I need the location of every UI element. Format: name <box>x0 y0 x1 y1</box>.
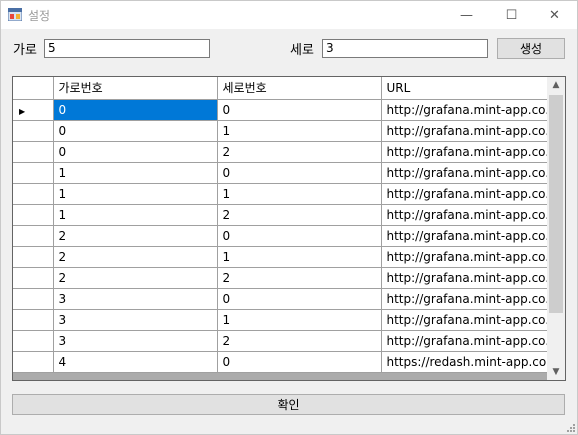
cell-x-index[interactable]: 2 <box>53 246 218 268</box>
table-row[interactable]: 2 0 http://grafana.mint-app.co.... <box>13 225 563 247</box>
table-row[interactable]: 3 1 http://grafana.mint-app.co.... <box>13 309 563 331</box>
cell-url[interactable]: http://grafana.mint-app.co.... <box>381 162 563 184</box>
row-header[interactable] <box>13 246 54 268</box>
table-row[interactable]: 2 1 http://grafana.mint-app.co.... <box>13 246 563 268</box>
cell-y-index[interactable]: 0 <box>217 162 382 184</box>
app-icon <box>8 8 22 21</box>
cell-url[interactable]: http://grafana.mint-app.co.... <box>381 309 563 331</box>
cell-url[interactable]: http://grafana.mint-app.co.... <box>381 183 563 205</box>
minimize-button[interactable]: — <box>444 1 489 29</box>
maximize-button[interactable]: ☐ <box>489 1 534 29</box>
data-grid: 가로번호 세로번호 URL ▶ 0 0 http://grafana.mint-app… <box>12 76 566 381</box>
table-row[interactable]: 3 2 http://grafana.mint-app.co.... <box>13 330 563 352</box>
cell-x-index[interactable]: 0 <box>53 141 218 163</box>
cell-y-index[interactable]: 0 <box>217 288 382 310</box>
table-row[interactable]: 1 2 http://grafana.mint-app.co.... <box>13 204 563 226</box>
table-row[interactable]: 1 0 http://grafana.mint-app.co.... <box>13 162 563 184</box>
row-header[interactable] <box>13 162 54 184</box>
cell-y-index[interactable]: 0 <box>217 351 382 373</box>
cell-y-index[interactable]: 1 <box>217 120 382 142</box>
scrollbar-thumb[interactable] <box>549 95 563 313</box>
current-row-indicator-icon: ▶ <box>19 106 26 116</box>
cell-url[interactable]: http://grafana.mint-app.co.... <box>381 288 563 310</box>
settings-window: 설정 — ☐ ✕ 가로 5 세로 3 생성 가로번호 세로번호 URL ▶ 0 0 h… <box>0 0 578 435</box>
cell-url[interactable]: http://grafana.mint-app.co.... <box>381 141 563 163</box>
confirm-button[interactable]: 확인 <box>12 394 565 415</box>
corner-header <box>13 77 54 100</box>
cell-x-index[interactable]: 3 <box>53 330 218 352</box>
cell-x-index[interactable]: 2 <box>53 225 218 247</box>
cell-url[interactable]: http://grafana.mint-app.co.... <box>381 267 563 289</box>
row-header[interactable] <box>13 309 54 331</box>
resize-grip-icon[interactable] <box>565 422 575 432</box>
cell-y-index[interactable]: 2 <box>217 330 382 352</box>
cell-y-index[interactable]: 1 <box>217 309 382 331</box>
grid-header-row: 가로번호 세로번호 URL <box>13 77 563 100</box>
generate-button[interactable]: 생성 <box>497 38 565 59</box>
cell-x-index[interactable]: 0 <box>53 99 218 121</box>
cell-x-index[interactable]: 3 <box>53 288 218 310</box>
cell-x-index[interactable]: 1 <box>53 162 218 184</box>
cell-y-index[interactable]: 1 <box>217 183 382 205</box>
width-input[interactable]: 5 <box>44 39 210 58</box>
table-row[interactable]: 1 1 http://grafana.mint-app.co.... <box>13 183 563 205</box>
table-row[interactable]: 2 2 http://grafana.mint-app.co.... <box>13 267 563 289</box>
row-header[interactable] <box>13 351 54 373</box>
column-header-y[interactable]: 세로번호 <box>217 77 382 100</box>
table-row[interactable]: 0 2 http://grafana.mint-app.co.... <box>13 141 563 163</box>
cell-x-index[interactable]: 1 <box>53 183 218 205</box>
table-row[interactable]: 3 0 http://grafana.mint-app.co.... <box>13 288 563 310</box>
table-row[interactable]: 0 1 http://grafana.mint-app.co.... <box>13 120 563 142</box>
cell-url[interactable]: http://grafana.mint-app.co.... <box>381 99 563 121</box>
row-header[interactable] <box>13 330 54 352</box>
row-header[interactable] <box>13 120 54 142</box>
vertical-scrollbar[interactable]: ▲ ▼ <box>547 77 565 380</box>
width-label: 가로 <box>13 43 37 58</box>
column-header-url[interactable]: URL <box>381 77 563 100</box>
row-header[interactable] <box>13 267 54 289</box>
cell-y-index[interactable]: 2 <box>217 267 382 289</box>
cell-y-index[interactable]: 0 <box>217 99 382 121</box>
table-row[interactable]: 4 0 https://redash.mint-app.co.... <box>13 351 563 373</box>
cell-url[interactable]: http://grafana.mint-app.co.... <box>381 204 563 226</box>
row-header[interactable] <box>13 288 54 310</box>
column-header-x[interactable]: 가로번호 <box>53 77 218 100</box>
height-label: 세로 <box>290 43 314 58</box>
table-row[interactable]: ▶ 0 0 http://grafana.mint-app.co.... <box>13 99 563 121</box>
height-input[interactable]: 3 <box>322 39 488 58</box>
scroll-down-arrow-icon[interactable]: ▼ <box>547 364 565 380</box>
cell-url[interactable]: http://grafana.mint-app.co.... <box>381 120 563 142</box>
cell-url[interactable]: https://redash.mint-app.co.... <box>381 351 563 373</box>
cell-y-index[interactable]: 2 <box>217 204 382 226</box>
close-button[interactable]: ✕ <box>532 1 577 29</box>
grid-table: 가로번호 세로번호 URL ▶ 0 0 http://grafana.mint-app… <box>13 77 563 373</box>
cell-x-index[interactable]: 1 <box>53 204 218 226</box>
row-header[interactable] <box>13 225 54 247</box>
cell-y-index[interactable]: 2 <box>217 141 382 163</box>
cell-x-index[interactable]: 4 <box>53 351 218 373</box>
cell-x-index[interactable]: 0 <box>53 120 218 142</box>
row-header[interactable]: ▶ <box>13 99 54 121</box>
title-bar: 설정 — ☐ ✕ <box>1 1 577 29</box>
cell-url[interactable]: http://grafana.mint-app.co.... <box>381 225 563 247</box>
cell-url[interactable]: http://grafana.mint-app.co.... <box>381 330 563 352</box>
cell-y-index[interactable]: 1 <box>217 246 382 268</box>
scroll-up-arrow-icon[interactable]: ▲ <box>547 77 565 93</box>
cell-x-index[interactable]: 3 <box>53 309 218 331</box>
row-header[interactable] <box>13 141 54 163</box>
cell-url[interactable]: http://grafana.mint-app.co.... <box>381 246 563 268</box>
row-header[interactable] <box>13 204 54 226</box>
row-header[interactable] <box>13 183 54 205</box>
cell-y-index[interactable]: 0 <box>217 225 382 247</box>
window-title: 설정 <box>28 9 51 23</box>
cell-x-index[interactable]: 2 <box>53 267 218 289</box>
